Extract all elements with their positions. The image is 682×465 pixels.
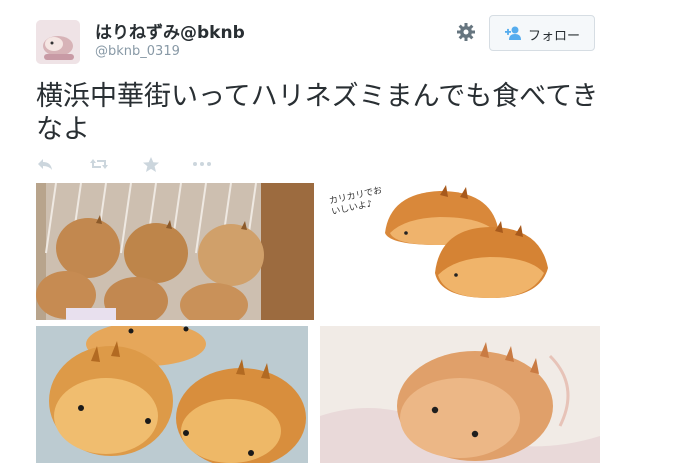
avatar[interactable] [36, 20, 80, 64]
gear-icon[interactable] [456, 22, 476, 42]
favorite-icon[interactable] [142, 156, 160, 177]
photo-2[interactable]: カリカリでおいしいよ♪ [320, 183, 600, 320]
user-name[interactable]: はりねずみ@bknb [95, 18, 245, 43]
tweet-text: 横浜中華街いってハリネズミまんでも食べてきなよ [36, 81, 599, 145]
add-user-icon [504, 25, 524, 45]
photo-4[interactable] [320, 326, 600, 463]
follow-button[interactable]: フォロー [489, 15, 595, 51]
more-icon[interactable] [192, 156, 212, 176]
hedgehog-buns-in-steamer-icon [36, 183, 314, 320]
retweet-icon[interactable] [89, 156, 109, 176]
reply-icon[interactable] [36, 156, 54, 176]
photo-1[interactable] [36, 183, 314, 320]
hedgehog-bun-closeup-icon [320, 326, 600, 463]
hedgehog-buns-pair-icon [36, 326, 308, 463]
follow-label: フォロー [528, 29, 581, 44]
user-handle[interactable]: @bknb_0319 [95, 44, 180, 59]
photo-3[interactable] [36, 326, 308, 463]
